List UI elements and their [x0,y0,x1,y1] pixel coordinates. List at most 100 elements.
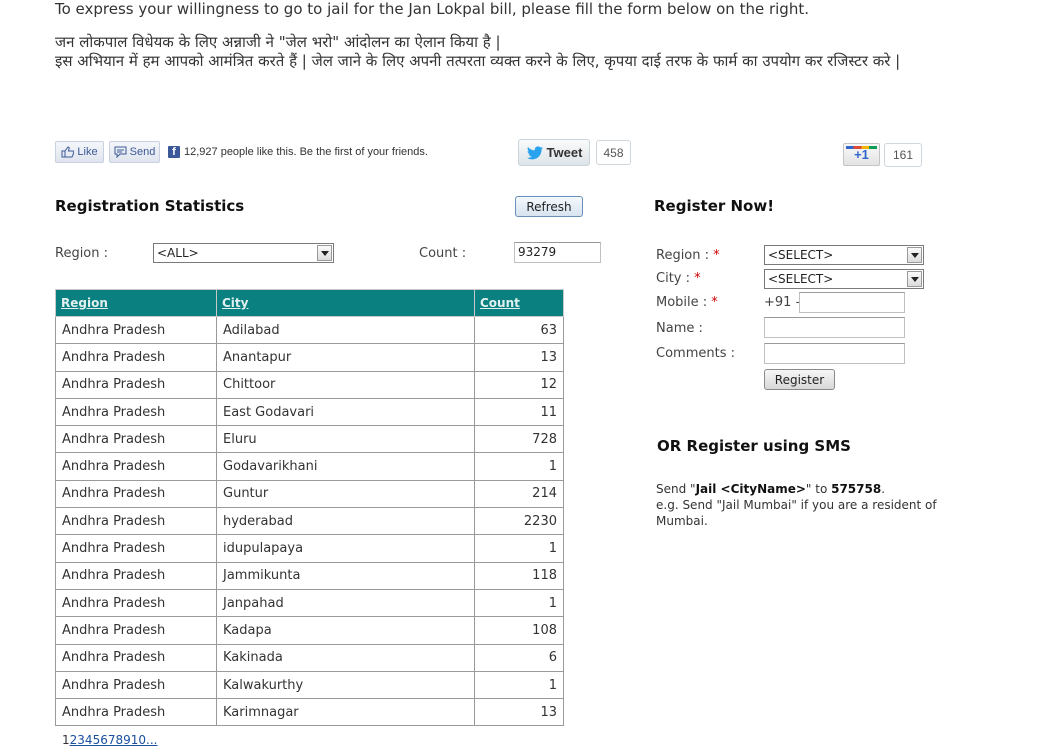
cell-region: Andhra Pradesh [55,370,217,399]
register-mobile-label-text: Mobile : [656,295,708,310]
sms-instructions: Send "Jail <CityName>" to 575758. e.g. S… [656,481,956,529]
speech-bubble-icon [114,146,127,158]
required-mark: * [713,248,720,263]
register-heading: Register Now! [654,197,775,215]
cell-region: Andhra Pradesh [55,315,217,345]
twitter-bird-icon [526,145,543,159]
sms-number: 575758 [831,482,882,496]
cell-city: Karimnagar [216,698,475,727]
cell-count: 1 [474,670,564,700]
page-link[interactable]: 6 [100,733,108,747]
page-current: 1 [62,733,70,747]
cell-city: hyderabad [216,507,475,536]
facebook-icon: f [168,146,180,158]
page-link[interactable]: ... [146,733,157,747]
cell-region: Andhra Pradesh [55,397,217,427]
region-filter-value: <ALL> [157,246,199,260]
column-header-count[interactable]: Count [474,289,564,317]
cell-count: 1 [474,588,564,618]
register-region-value: <SELECT> [768,248,834,262]
sms-to-word: " to [805,482,832,496]
like-label: Like [77,146,98,158]
tweet-button[interactable]: Tweet [518,139,590,166]
page-link[interactable]: 4 [85,733,93,747]
required-mark: * [694,271,701,286]
register-city-label: City : * [656,271,701,286]
cell-count: 63 [474,315,564,345]
table-row: Andhra Pradesh Anantapur 13 [55,343,564,372]
cell-city: Kakinada [216,643,475,672]
cell-count: 1 [474,534,564,563]
sms-send-word: Send " [656,482,696,496]
pagination: 12345678910... [62,733,158,747]
cell-region: Andhra Pradesh [55,452,217,481]
count-label: Count : [419,246,467,261]
cell-count: 12 [474,370,564,399]
sms-keyword: Jail <CityName> [695,482,806,496]
mobile-prefix: +91 - [764,295,801,310]
tweet-count: 458 [596,140,631,165]
count-field: 93279 [514,242,601,263]
cell-region: Andhra Pradesh [55,670,217,700]
facebook-like-text: 12,927 people like this. Be the first of… [184,146,428,158]
cell-count: 6 [474,643,564,672]
table-row: Andhra Pradesh Jammikunta 118 [55,561,564,590]
register-city-select[interactable]: <SELECT> [764,269,924,289]
cell-region: Andhra Pradesh [55,588,217,618]
thumbs-up-icon [61,146,75,158]
region-filter-select[interactable]: <ALL> [153,243,334,263]
page-link[interactable]: 3 [77,733,85,747]
intro-hindi-line1: जन लोकपाल विधेयक के लिए अन्नाजी ने "जेल … [55,33,501,51]
cell-city: Godavarikhani [216,452,475,481]
cell-city: Kadapa [216,616,475,645]
table-header-row: Region City Count [55,289,564,317]
table-row: Andhra Pradesh East Godavari 11 [55,397,564,427]
page-link[interactable]: 10 [131,733,146,747]
page-link[interactable]: 8 [115,733,123,747]
cell-city: idupulapaya [216,534,475,563]
cell-region: Andhra Pradesh [55,561,217,590]
cell-city: Jammikunta [216,561,475,590]
table-row: Andhra Pradesh Kadapa 108 [55,616,564,645]
cell-count: 108 [474,616,564,645]
name-input[interactable] [764,317,905,338]
plusone-label: +1 [854,147,869,162]
column-header-region[interactable]: Region [55,289,217,317]
table-row: Andhra Pradesh Kakinada 6 [55,643,564,672]
chevron-down-icon [317,245,332,261]
google-plusone-button[interactable]: +1 [843,143,880,166]
cell-count: 13 [474,343,564,372]
table-row: Andhra Pradesh Janpahad 1 [55,588,564,618]
refresh-button[interactable]: Refresh [515,196,583,217]
table-row: Andhra Pradesh Guntur 214 [55,479,564,509]
intro-hindi-line2: इस अभियान में हम आपको आमंत्रित करते हैं … [55,52,901,70]
cell-region: Andhra Pradesh [55,507,217,536]
cell-city: East Godavari [216,397,475,427]
mobile-input[interactable] [799,292,905,313]
region-filter-label: Region : [55,246,109,261]
intro-english: To express your willingness to go to jai… [55,0,809,18]
facebook-like-button[interactable]: Like [55,141,104,163]
cell-city: Chittoor [216,370,475,399]
page-link[interactable]: 9 [123,733,131,747]
cell-region: Andhra Pradesh [55,425,217,454]
cell-count: 2230 [474,507,564,536]
register-comments-label: Comments : [656,346,735,361]
facebook-send-button[interactable]: Send [109,141,160,163]
sms-period: . [881,482,886,496]
register-button[interactable]: Register [764,369,835,390]
plusone-count: 161 [884,143,922,167]
comments-input[interactable] [764,343,905,364]
table-row: Andhra Pradesh Eluru 728 [55,425,564,454]
cell-city: Kalwakurthy [216,670,475,700]
register-region-select[interactable]: <SELECT> [764,245,924,265]
cell-count: 11 [474,397,564,427]
chevron-down-icon [907,247,922,263]
table-row: Andhra Pradesh hyderabad 2230 [55,507,564,536]
chevron-down-icon [907,271,922,287]
cell-region: Andhra Pradesh [55,616,217,645]
register-region-label: Region : * [656,248,720,263]
column-header-city[interactable]: City [216,289,475,317]
register-mobile-label: Mobile : * [656,295,718,310]
cell-region: Andhra Pradesh [55,534,217,563]
